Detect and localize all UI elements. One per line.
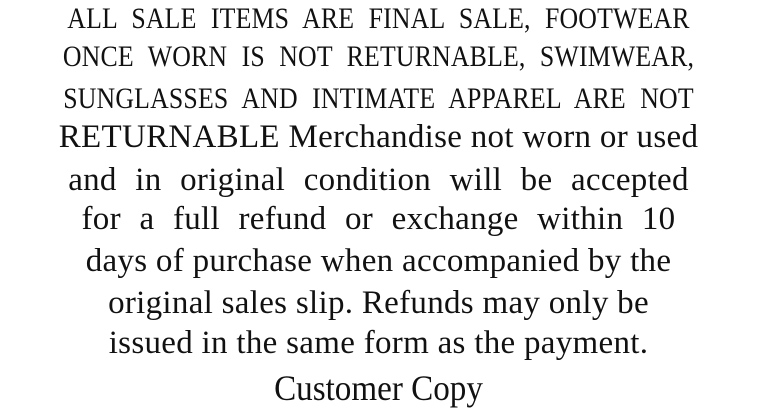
policy-line-5: and in original condition will be accept… (68, 162, 689, 198)
policy-line-6: for a full refund or exchange within 10 (81, 201, 676, 237)
policy-line-9: issued in the same form as the payment. (108, 325, 649, 361)
policy-line-8: original sales slip. Refunds may only be (108, 285, 649, 321)
policy-line-3: SUNGLASSES AND INTIMATE APPAREL ARE NOT (63, 82, 694, 115)
policy-line-4: RETURNABLE Merchandise not worn or used (58, 119, 699, 155)
policy-line-1: ALL SALE ITEMS ARE FINAL SALE, FOOTWEAR (67, 2, 690, 35)
return-policy-text: ALL SALE ITEMS ARE FINAL SALE, FOOTWEAR … (0, 0, 757, 412)
policy-line-7: days of purchase when accompanied by the (85, 243, 672, 279)
customer-copy-label: Customer Copy (274, 368, 483, 408)
policy-line-2: ONCE WORN IS NOT RETURNABLE, SWIMWEAR, (62, 40, 695, 73)
